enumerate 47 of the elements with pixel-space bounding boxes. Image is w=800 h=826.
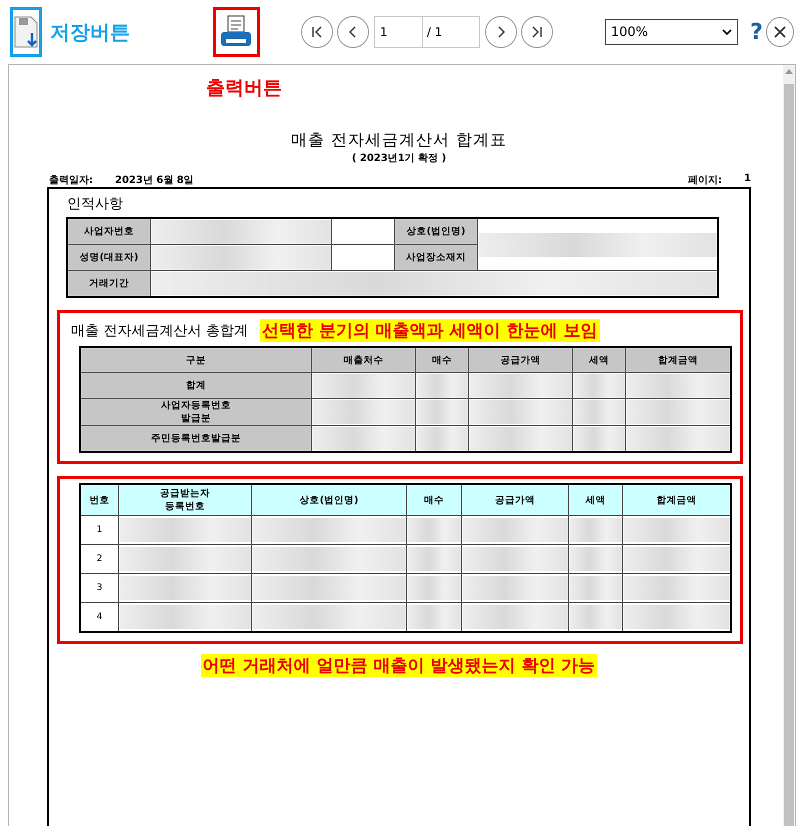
field-label: 거래기간	[67, 270, 150, 297]
annotation-label: 출력버튼	[206, 76, 282, 101]
help-button[interactable]: ?	[750, 20, 763, 44]
page-label: 페이지:	[688, 174, 722, 187]
close-button[interactable]	[766, 17, 794, 47]
first-page-button[interactable]	[300, 16, 333, 48]
field-label: 사업장소재지	[394, 244, 478, 270]
field-label: 상호(법인명)	[394, 218, 478, 244]
column-header: 매수	[416, 347, 469, 372]
document-title: 매출 전자세금계산서 합계표	[290, 130, 508, 151]
column-header: 합계금액	[626, 347, 731, 372]
print-button[interactable]	[212, 7, 260, 57]
skip-first-icon[interactable]	[310, 25, 324, 39]
annotation-label: 저장버튼	[50, 18, 132, 46]
column-header: 번호	[80, 484, 118, 516]
section-heading: 매출 전자세금계산서 총합계	[71, 322, 248, 340]
print-date: 2023년 6월 8일	[115, 174, 194, 187]
field-label: 성명(대표자)	[67, 244, 150, 270]
save-button[interactable]	[10, 7, 42, 57]
column-header: 공급받는자 등록번호	[118, 484, 252, 516]
dropdown-caret-icon[interactable]	[722, 29, 732, 35]
row-label: 사업자등록번호 발급분	[80, 398, 312, 426]
save-icon[interactable]	[13, 15, 40, 49]
skip-last-icon[interactable]	[530, 25, 544, 39]
section-heading: 인적사항	[67, 195, 124, 213]
row-label: 합계	[80, 372, 312, 398]
column-header: 공급가액	[461, 484, 568, 516]
document-subtitle: ( 2023년1기 확정 )	[350, 152, 448, 165]
field-label: 사업자번호	[67, 218, 150, 244]
column-header: 공급가액	[468, 347, 573, 372]
scrollbar[interactable]	[783, 65, 795, 826]
column-header: 구분	[80, 347, 312, 372]
print-date-label: 출력일자:	[49, 174, 93, 187]
last-page-button[interactable]	[520, 16, 553, 48]
page-number: 1	[744, 173, 751, 186]
row-label: 주민등록번호발급분	[80, 426, 312, 452]
zoom-dropdown[interactable]: 100%	[604, 19, 738, 45]
column-header: 세액	[572, 347, 626, 372]
column-header: 합계금액	[622, 484, 731, 516]
column-header: 세액	[568, 484, 623, 516]
annotation-note: 어떤 거래처에 얼만큼 매출이 발생됐는지 확인 가능	[200, 654, 598, 677]
column-header: 상호(법인명)	[251, 484, 407, 516]
column-header: 매수	[406, 484, 462, 516]
column-header: 매출처수	[312, 347, 416, 372]
close-icon[interactable]	[774, 26, 786, 38]
page-field[interactable]: 1 / 1	[374, 16, 480, 48]
annotation-note: 선택한 분기의 매출액과 세액이 한눈에 보임	[260, 319, 600, 342]
